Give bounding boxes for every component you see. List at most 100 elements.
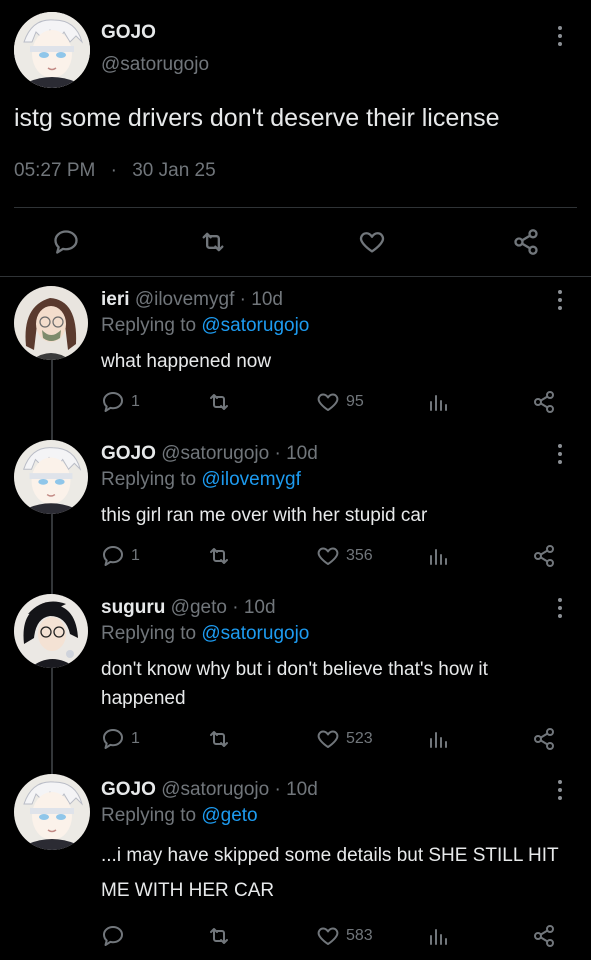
heart-icon [317,547,339,565]
retweet-icon [210,928,228,944]
reply-4-replying-prefix: Replying to [101,805,197,826]
reply-icon [103,392,123,412]
reply-1-text: what happened now [101,351,272,372]
reply-4-retweet-button[interactable] [207,924,231,948]
main-tweet-text: istg some drivers don't deserve their li… [14,104,500,132]
share-icon [534,728,554,750]
reply-3-replying-prefix: Replying to [101,623,197,644]
reply-1-analytics-button[interactable] [426,390,450,414]
analytics-icon [430,395,447,411]
reply-4-age: · 10d [274,779,318,800]
share-icon [534,545,554,567]
gojo-avatar-icon [14,774,90,850]
reply-1-like-button[interactable]: 95 [316,390,364,414]
gojo-avatar-icon [14,440,88,514]
retweet-icon [202,232,224,252]
reply-1-like-count: 95 [346,393,364,410]
reply-1-header: ieri @ilovemygf · 10d [101,289,283,311]
reply-2-replying: Replying to @ilovemygf [101,469,301,491]
analytics-icon [430,929,447,945]
main-tweet-more-icon[interactable] [553,22,567,50]
main-tweet-name[interactable]: GOJO [101,22,156,44]
reply-4-analytics-button[interactable] [426,924,450,948]
reply-1-age: · 10d [239,289,283,310]
reply-2-reply-button[interactable]: 1 [101,544,140,568]
reply-1-reply-button[interactable]: 1 [101,390,140,414]
reply-3-reply-button[interactable]: 1 [101,727,140,751]
reply-1-handle[interactable]: @ilovemygf [135,289,235,310]
reply-4-handle[interactable]: @satorugojo [161,779,269,800]
reply-2-retweet-button[interactable] [207,544,231,568]
heart-icon [317,730,339,748]
reply-2-reply-count: 1 [131,547,140,564]
reply-4-like-button[interactable]: 583 [316,924,373,948]
reply-3-more-icon[interactable] [553,594,567,622]
reply-3-retweet-button[interactable] [207,727,231,751]
reply-2-handle[interactable]: @satorugojo [161,443,269,464]
main-like-button[interactable] [358,228,386,256]
main-reply-button[interactable] [52,228,80,256]
reply-icon [54,230,78,254]
reply-1-name[interactable]: ieri [101,289,130,310]
reply-3-replying-to[interactable]: @satorugojo [201,623,309,644]
reply-4-header: GOJO @satorugojo · 10d [101,779,318,801]
main-retweet-button[interactable] [199,228,227,256]
retweet-icon [210,731,228,747]
main-tweet-handle[interactable]: @satorugojo [101,54,209,76]
retweet-icon [210,394,228,410]
avatar-gojo-reply-4[interactable] [14,774,90,850]
reply-3-reply-count: 1 [131,730,140,747]
reply-3-handle[interactable]: @geto [171,597,227,618]
share-icon [514,229,538,255]
reply-2-replying-prefix: Replying to [101,469,197,490]
reply-3-age: · 10d [232,597,276,618]
reply-2-analytics-button[interactable] [426,544,450,568]
reply-3-header: suguru @geto · 10d [101,597,276,619]
reply-2-share-button[interactable] [532,544,556,568]
reply-2-name[interactable]: GOJO [101,443,156,464]
heart-icon [359,232,385,253]
reply-1-more-icon[interactable] [553,286,567,314]
reply-icon [103,546,123,566]
reply-3-replying: Replying to @satorugojo [101,623,309,645]
avatar-gojo-main[interactable] [14,12,90,88]
reply-4-name[interactable]: GOJO [101,779,156,800]
reply-1-share-button[interactable] [532,390,556,414]
avatar-gojo-reply-2[interactable] [14,440,88,514]
analytics-icon [430,732,447,748]
meta-separator: · [110,160,117,181]
reply-3-like-button[interactable]: 523 [316,727,373,751]
reply-2-like-button[interactable]: 356 [316,544,373,568]
reply-3-text: don't know why but i don't believe that'… [101,659,488,709]
main-tweet-meta: 05:27 PM · 30 Jan 25 [14,160,216,182]
divider-bottom [0,276,591,277]
reply-4-replying-to[interactable]: @geto [201,805,257,826]
reply-3-analytics-button[interactable] [426,727,450,751]
suguru-avatar-icon [14,594,88,668]
reply-3-name[interactable]: suguru [101,597,165,618]
reply-3-share-button[interactable] [532,727,556,751]
divider-top [14,207,577,208]
avatar-suguru[interactable] [14,594,88,668]
reply-4-more-icon[interactable] [553,776,567,804]
reply-1-retweet-button[interactable] [207,390,231,414]
reply-4-reply-button[interactable] [101,924,131,948]
main-tweet-time: 05:27 PM [14,160,96,181]
reply-2-more-icon[interactable] [553,440,567,468]
reply-1-reply-count: 1 [131,393,140,410]
avatar-ieri[interactable] [14,286,88,360]
reply-3-like-count: 523 [346,730,373,747]
main-share-button[interactable] [512,228,540,256]
reply-4-replying: Replying to @geto [101,805,258,827]
reply-4-share-button[interactable] [532,924,556,948]
reply-1-replying-to[interactable]: @satorugojo [201,315,309,336]
heart-icon [317,393,339,411]
reply-4-like-count: 583 [346,927,373,944]
share-icon [534,925,554,947]
main-tweet-date: 30 Jan 25 [132,160,216,181]
reply-1-replying: Replying to @satorugojo [101,315,309,337]
thread-line-1 [51,356,53,441]
reply-2-replying-to[interactable]: @ilovemygf [201,469,301,490]
share-icon [534,391,554,413]
reply-2-text: this girl ran me over with her stupid ca… [101,505,428,526]
